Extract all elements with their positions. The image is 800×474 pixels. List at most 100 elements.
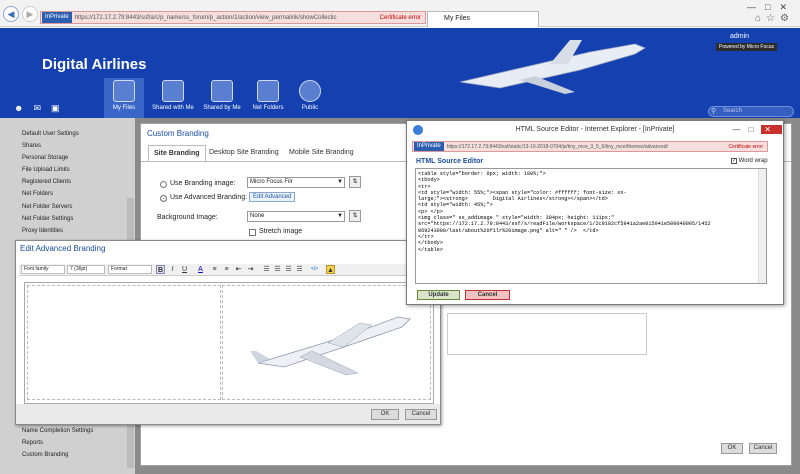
- tab-mobile-site-branding[interactable]: Mobile Site Branding: [289, 149, 354, 156]
- tab-desktop-site-branding[interactable]: Desktop Site Branding: [209, 149, 279, 156]
- search-icon: ⚲: [711, 108, 717, 115]
- shared-by-me-icon: [211, 80, 233, 102]
- sidebar-item[interactable]: Net Folders: [22, 191, 53, 197]
- tab-site-branding[interactable]: Site Branding: [148, 145, 206, 161]
- html-source-icon[interactable]: </>: [310, 265, 319, 274]
- chevron-down-icon: ▼: [337, 179, 343, 185]
- sidebar-item[interactable]: Proxy Identities: [22, 228, 63, 234]
- back-button[interactable]: ◀: [3, 6, 19, 22]
- use-branding-image-radio[interactable]: [160, 181, 167, 188]
- files-icon: [113, 80, 135, 102]
- textarea-scrollbar[interactable]: [758, 169, 766, 283]
- nav-shared-with-me[interactable]: Shared with Me: [148, 78, 198, 111]
- sidebar-item[interactable]: Custom Branding: [22, 452, 68, 458]
- cancel-button[interactable]: Cancel: [405, 409, 437, 420]
- font-size-select[interactable]: 7 (36pt): [67, 265, 105, 274]
- ok-button[interactable]: OK: [721, 443, 743, 454]
- update-button[interactable]: Update: [417, 290, 460, 300]
- sidebar-item[interactable]: Default User Settings: [22, 131, 79, 137]
- font-color-icon[interactable]: A: [196, 265, 205, 274]
- cancel-button[interactable]: Cancel: [465, 290, 510, 300]
- ok-button[interactable]: OK: [371, 409, 399, 420]
- sidebar-item[interactable]: Personal Storage: [22, 155, 68, 161]
- inprivate-badge: InPrivate: [42, 12, 72, 23]
- bullet-list-icon[interactable]: ≡: [210, 265, 219, 274]
- word-wrap-label: Word wrap: [738, 158, 768, 164]
- nav-public[interactable]: Public: [292, 78, 328, 111]
- nav-shared-by-me[interactable]: Shared by Me: [200, 78, 244, 111]
- forward-button[interactable]: ▶: [22, 6, 38, 22]
- background-image-value: None: [250, 213, 265, 219]
- net-folders-icon: [257, 80, 279, 102]
- format-select[interactable]: Format: [108, 265, 152, 274]
- sidebar-item[interactable]: Net Folder Settings: [22, 216, 73, 222]
- address-bar[interactable]: InPrivate https://172.17.2.79:8443/ssf/a…: [40, 11, 426, 24]
- font-family-select[interactable]: Font family: [21, 265, 65, 274]
- shared-with-me-icon: [162, 80, 184, 102]
- airplane-image: [250, 316, 411, 376]
- inprivate-badge: InPrivate: [414, 142, 444, 151]
- branding-image-value: Micro Focus Filr: [250, 179, 293, 185]
- certificate-error[interactable]: Certificate error: [380, 15, 425, 21]
- certificate-error[interactable]: Certificate error: [729, 144, 767, 150]
- word-wrap-checkbox[interactable]: ✓: [731, 158, 737, 164]
- nav-label: Shared by Me: [203, 105, 241, 111]
- cancel-button[interactable]: Cancel: [749, 443, 777, 454]
- search-input[interactable]: Search: [708, 106, 794, 117]
- airplane-banner-icon: [459, 40, 646, 94]
- edit-advanced-button[interactable]: Edit Advanced: [249, 192, 296, 202]
- nav-label: My Files: [112, 105, 136, 111]
- sidebar-item[interactable]: Reports: [22, 440, 43, 446]
- user-tools-icons[interactable]: ☻✉▣: [14, 103, 70, 114]
- outdent-icon[interactable]: ⇤: [234, 265, 243, 274]
- nav-my-files[interactable]: My Files: [104, 78, 144, 118]
- dialog-title: Custom Branding: [147, 129, 209, 138]
- align-left-icon[interactable]: ☰: [262, 265, 271, 274]
- italic-icon[interactable]: I: [168, 265, 177, 274]
- globe-icon: [299, 80, 321, 102]
- window-controls[interactable]: —□✕: [732, 125, 782, 134]
- sidebar-item[interactable]: Registered Clients: [22, 179, 71, 185]
- use-advanced-branding-radio[interactable]: [160, 195, 167, 202]
- nav-label: Net Folders: [252, 105, 284, 111]
- brand-title: Digital Airlines: [42, 56, 147, 73]
- window-titlebar: HTML Source Editor - Internet Explorer -…: [407, 121, 783, 139]
- window-controls[interactable]: —□✕: [747, 2, 796, 13]
- nav-label: Public: [301, 105, 319, 111]
- preview-box: [447, 313, 647, 355]
- browse-icon[interactable]: ⇅: [349, 210, 361, 222]
- align-right-icon[interactable]: ☰: [284, 265, 293, 274]
- align-justify-icon[interactable]: ☰: [295, 265, 304, 274]
- branding-image-select[interactable]: Micro Focus Filr ▼: [247, 177, 345, 188]
- chevron-down-icon: ▼: [337, 213, 343, 219]
- sidebar-item[interactable]: Name Completion Settings: [22, 428, 93, 434]
- use-branding-image-label: Use Branding image:: [170, 180, 236, 187]
- word-wrap-toggle[interactable]: ✓ Word wrap: [731, 158, 768, 164]
- bold-icon[interactable]: B: [156, 265, 165, 274]
- window-title: HTML Source Editor - Internet Explorer -…: [515, 126, 675, 133]
- browser-tab[interactable]: My Files: [427, 11, 539, 27]
- nav-net-folders[interactable]: Net Folders: [248, 78, 288, 111]
- user-menu[interactable]: admin: [730, 33, 749, 40]
- browse-icon[interactable]: ⇅: [349, 176, 361, 188]
- nav-label: Shared with Me: [152, 105, 194, 111]
- popup-address-bar[interactable]: InPrivate https://172.17.2.79:8443/ssf/s…: [412, 141, 768, 152]
- background-image-select[interactable]: None ▼: [247, 211, 345, 222]
- sidebar-item[interactable]: File Upload Limits: [22, 167, 70, 173]
- underline-icon[interactable]: U: [180, 265, 189, 274]
- html-source-textarea[interactable]: <table style="border: 0px; width: 100%;"…: [415, 168, 767, 284]
- image-icon[interactable]: ▲: [326, 265, 335, 274]
- table-cell-left[interactable]: [27, 285, 221, 400]
- url-text: https://172.17.2.79:8443/ssf/a/c/p_name/…: [74, 14, 337, 21]
- align-center-icon[interactable]: ☰: [273, 265, 282, 274]
- sidebar-item[interactable]: Net Folder Servers: [22, 204, 72, 210]
- indent-icon[interactable]: ⇥: [246, 265, 255, 274]
- stretch-image-label: Stretch image: [259, 228, 303, 235]
- sidebar-item[interactable]: Shares: [22, 143, 41, 149]
- numbered-list-icon[interactable]: ≡: [222, 265, 231, 274]
- tab-title: My Files: [444, 15, 471, 22]
- dialog-title: Edit Advanced Branding: [20, 244, 106, 253]
- ie-logo-icon: [413, 125, 423, 135]
- stretch-image-checkbox[interactable]: [249, 229, 256, 236]
- toolbar-icons[interactable]: ⌂☆⚙: [755, 13, 794, 24]
